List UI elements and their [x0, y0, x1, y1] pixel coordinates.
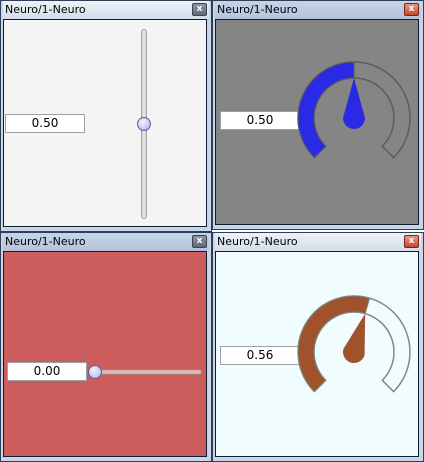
close-button[interactable]: x	[192, 235, 207, 248]
gauge-panel: 0.56	[215, 251, 419, 457]
window-title: Neuro/1-Neuro	[5, 235, 86, 248]
neuro-window-3: Neuro/1-Neuro x 0.00	[0, 232, 212, 462]
neuro-window-1: Neuro/1-Neuro x 0.50	[0, 0, 212, 232]
title-bar[interactable]: Neuro/1-Neuro x	[215, 233, 421, 251]
value-field[interactable]: 0.00	[7, 362, 87, 381]
slider-panel: 0.50	[3, 19, 207, 227]
slider-panel: 0.00	[3, 251, 207, 457]
value-field[interactable]: 0.50	[220, 111, 300, 130]
gauge-panel: 0.50	[215, 19, 419, 225]
window-title: Neuro/1-Neuro	[5, 3, 86, 16]
close-button[interactable]: x	[404, 3, 419, 16]
title-bar[interactable]: Neuro/1-Neuro x	[215, 1, 421, 19]
title-bar[interactable]: Neuro/1-Neuro x	[3, 233, 209, 251]
close-icon: x	[408, 236, 415, 246]
gauge-needle	[343, 78, 365, 129]
desktop: Neuro/1-Neuro x 0.50 Neuro/1-Neuro x 0.5…	[0, 0, 424, 462]
value-field[interactable]: 0.56	[220, 346, 300, 365]
gauge-needle	[343, 313, 366, 363]
window-title: Neuro/1-Neuro	[217, 3, 298, 16]
close-button[interactable]: x	[192, 3, 207, 16]
slider-thumb[interactable]	[88, 365, 102, 379]
slider-thumb[interactable]	[137, 117, 151, 131]
gauge	[297, 61, 411, 159]
title-bar[interactable]: Neuro/1-Neuro x	[3, 1, 209, 19]
window-title: Neuro/1-Neuro	[217, 235, 298, 248]
close-icon: x	[196, 236, 203, 246]
slider-track[interactable]	[90, 369, 202, 375]
close-button[interactable]: x	[404, 235, 419, 248]
neuro-window-2: Neuro/1-Neuro x 0.50	[212, 0, 424, 230]
close-icon: x	[196, 4, 203, 14]
gauge	[297, 295, 411, 393]
close-icon: x	[408, 4, 415, 14]
value-field[interactable]: 0.50	[5, 114, 85, 133]
neuro-window-4: Neuro/1-Neuro x 0.56	[212, 232, 424, 462]
